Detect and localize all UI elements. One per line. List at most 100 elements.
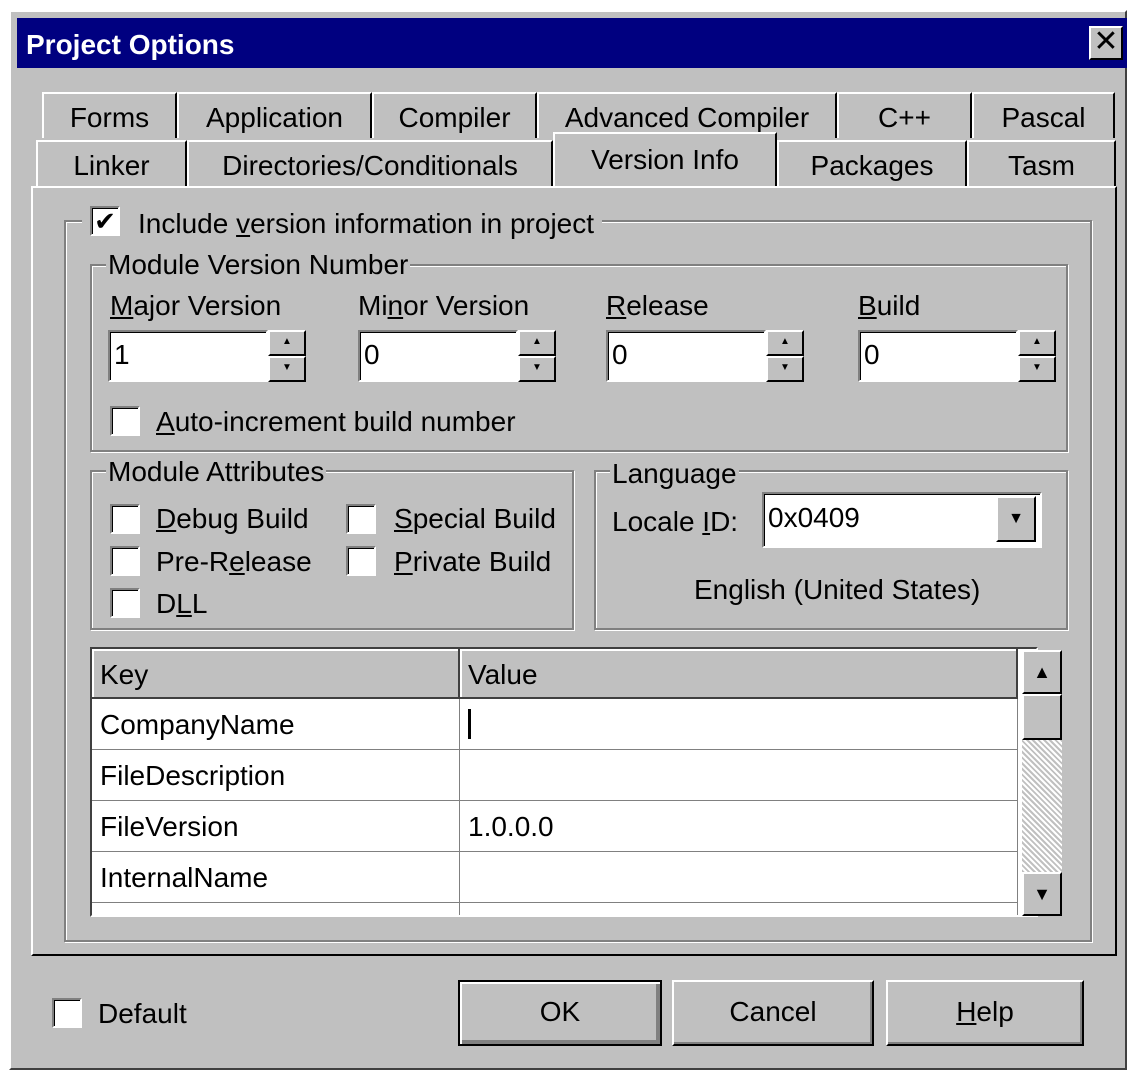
- label-mnemonic: H: [956, 996, 977, 1027]
- label-part: or Version: [403, 290, 530, 321]
- cell-text: CompanyName: [100, 709, 295, 740]
- auto-increment-label: Auto-increment build number: [156, 408, 516, 436]
- grid-key-cell-partial[interactable]: [92, 903, 460, 915]
- scrollbar-thumb[interactable]: [1022, 694, 1062, 740]
- spin-down-icon[interactable]: ▼: [268, 356, 306, 382]
- private-build-checkbox[interactable]: [346, 546, 376, 576]
- scrollbar-track[interactable]: [1022, 740, 1062, 872]
- label-mnemonic: D: [156, 503, 177, 534]
- label-part: L: [191, 588, 208, 619]
- tab-pascal[interactable]: Pascal: [972, 92, 1115, 138]
- default-label: Default: [98, 998, 187, 1029]
- tab-cpp[interactable]: C++: [837, 92, 972, 138]
- label-part: Mi: [358, 290, 388, 321]
- column-header-value[interactable]: Value: [460, 649, 1018, 699]
- label-mnemonic: v: [236, 208, 251, 239]
- module-attributes-legend: Module Attributes: [106, 456, 327, 488]
- special-build-label: Special Build: [394, 505, 556, 533]
- tab-label: Packages: [810, 150, 934, 181]
- tab-label: Compiler: [398, 102, 511, 133]
- ok-button[interactable]: OK: [458, 980, 662, 1046]
- grid-value-cell-partial[interactable]: [460, 903, 1018, 915]
- dropdown-arrow-icon[interactable]: ▼: [996, 496, 1036, 542]
- spin-up-icon[interactable]: ▲: [1018, 330, 1056, 356]
- tab-tasm[interactable]: Tasm: [967, 140, 1116, 186]
- tab-label: Forms: [69, 102, 150, 133]
- window-title: Project Options: [26, 29, 235, 60]
- header-label: Key: [100, 659, 149, 690]
- tab-compiler[interactable]: Compiler: [372, 92, 537, 138]
- label-part: uto-increment build number: [174, 406, 516, 437]
- tab-label: Pascal: [1001, 102, 1086, 133]
- private-build-label: Private Build: [394, 548, 551, 576]
- release-input[interactable]: 0: [606, 330, 766, 382]
- include-version-checkbox[interactable]: ✔: [90, 206, 120, 236]
- grid-key-cell[interactable]: FileVersion: [92, 801, 460, 852]
- special-build-checkbox[interactable]: [346, 504, 376, 534]
- include-version-header: ✔ Include version information in project: [82, 204, 602, 240]
- tab-label: Linker: [73, 150, 150, 181]
- pre-release-label: Pre-Release: [156, 548, 312, 576]
- cell-text: FileVersion: [100, 811, 239, 842]
- version-info-grid[interactable]: Key Value CompanyName FileDescription Fi…: [90, 647, 1038, 917]
- grid-value-cell[interactable]: [460, 699, 1018, 750]
- label-part: Include: [138, 208, 237, 239]
- dll-checkbox[interactable]: [110, 588, 140, 618]
- auto-increment-checkbox[interactable]: [110, 406, 140, 436]
- grid-value-cell[interactable]: 1.0.0.0: [460, 801, 1018, 852]
- cancel-button[interactable]: Cancel: [672, 980, 874, 1046]
- tab-version-info[interactable]: Version Info: [553, 132, 777, 186]
- label-part: elease: [626, 290, 709, 321]
- major-version-label: Major Version: [110, 292, 281, 320]
- spin-down-icon[interactable]: ▼: [518, 356, 556, 382]
- label-part: ebug Build: [176, 503, 309, 534]
- label-mnemonic: S: [394, 503, 413, 534]
- scroll-down-icon[interactable]: ▼: [1022, 872, 1062, 916]
- label-mnemonic: P: [394, 546, 413, 577]
- label-part: lease: [244, 546, 312, 577]
- label-part: Pre-R: [156, 546, 230, 577]
- tab-linker[interactable]: Linker: [36, 140, 187, 186]
- tab-label: C++: [878, 102, 931, 133]
- label-mnemonic: A: [156, 406, 175, 437]
- pre-release-checkbox[interactable]: [110, 546, 140, 576]
- debug-build-checkbox[interactable]: [110, 504, 140, 534]
- grid-key-cell[interactable]: FileDescription: [92, 750, 460, 801]
- major-version-input[interactable]: 1: [108, 330, 268, 382]
- cell-text: InternalName: [100, 862, 269, 893]
- language-legend: Language: [610, 458, 739, 490]
- tab-label: Directories/Conditionals: [222, 150, 518, 181]
- default-checkbox[interactable]: [52, 998, 82, 1028]
- minor-version-input[interactable]: 0: [358, 330, 518, 382]
- spin-up-icon[interactable]: ▲: [268, 330, 306, 356]
- scroll-up-icon[interactable]: ▲: [1022, 650, 1062, 694]
- release-label: Release: [606, 292, 709, 320]
- tab-packages[interactable]: Packages: [777, 140, 967, 186]
- spin-up-icon[interactable]: ▲: [518, 330, 556, 356]
- spin-up-icon[interactable]: ▲: [766, 330, 804, 356]
- tab-label: Tasm: [1008, 150, 1075, 181]
- locale-id-label: Locale ID:: [612, 508, 738, 536]
- grid-key-cell[interactable]: InternalName: [92, 852, 460, 903]
- label-part: uild: [876, 290, 921, 321]
- spin-down-icon[interactable]: ▼: [766, 356, 804, 382]
- close-button[interactable]: ✕: [1089, 26, 1123, 60]
- grid-key-cell[interactable]: CompanyName: [92, 699, 460, 750]
- tab-application[interactable]: Application: [177, 92, 372, 138]
- grid-value-cell[interactable]: [460, 852, 1018, 903]
- grid-value-cell[interactable]: [460, 750, 1018, 801]
- help-button[interactable]: Help: [886, 980, 1084, 1046]
- label-part: ajor Version: [133, 290, 282, 321]
- tab-forms[interactable]: Forms: [42, 92, 177, 138]
- label-part: D: [156, 588, 177, 619]
- header-label: Value: [468, 659, 538, 690]
- build-input[interactable]: 0: [858, 330, 1018, 382]
- spin-down-icon[interactable]: ▼: [1018, 356, 1056, 382]
- column-header-key[interactable]: Key: [92, 649, 460, 699]
- tab-directories-conditionals[interactable]: Directories/Conditionals: [187, 140, 553, 186]
- tab-label: Version Info: [591, 144, 739, 175]
- label-part: ersion information in project: [250, 208, 595, 239]
- build-label: Build: [858, 292, 920, 320]
- label-mnemonic: I: [702, 506, 711, 537]
- language-name: English (United States): [694, 574, 981, 605]
